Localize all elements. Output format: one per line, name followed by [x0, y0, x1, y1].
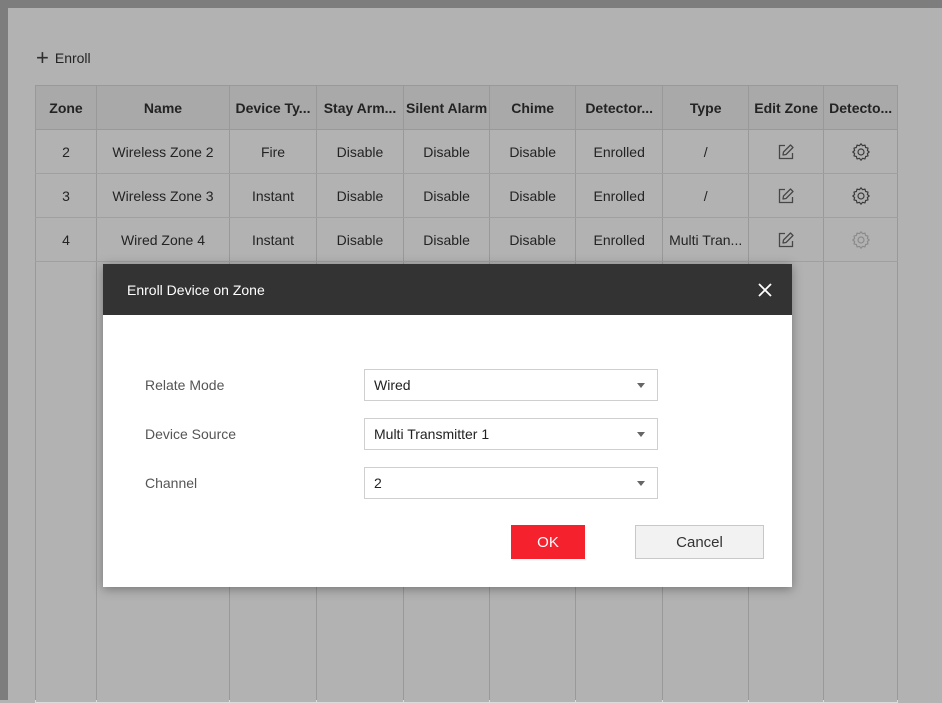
dialog-title: Enroll Device on Zone — [127, 281, 265, 298]
enroll-device-dialog: Enroll Device on Zone Relate Mode Wired … — [103, 264, 792, 587]
relate-mode-select[interactable]: Wired — [364, 369, 658, 401]
device-source-label: Device Source — [145, 426, 237, 442]
channel-select[interactable]: 2 — [364, 467, 658, 499]
device-source-row: Device Source Multi Transmitter 1 — [103, 418, 792, 450]
cancel-button[interactable]: Cancel — [635, 525, 764, 559]
channel-value: 2 — [374, 475, 382, 491]
channel-row: Channel 2 — [103, 467, 792, 499]
dropdown-arrow-icon — [637, 383, 645, 388]
dropdown-arrow-icon — [637, 481, 645, 486]
dropdown-arrow-icon — [637, 432, 645, 437]
ok-button[interactable]: OK — [511, 525, 585, 559]
dialog-header: Enroll Device on Zone — [103, 264, 792, 315]
relate-mode-label: Relate Mode — [145, 377, 225, 393]
close-icon[interactable] — [758, 282, 772, 297]
channel-label: Channel — [145, 475, 198, 491]
relate-mode-row: Relate Mode Wired — [103, 369, 792, 401]
device-source-select[interactable]: Multi Transmitter 1 — [364, 418, 658, 450]
device-source-value: Multi Transmitter 1 — [374, 426, 490, 442]
relate-mode-value: Wired — [374, 377, 411, 393]
